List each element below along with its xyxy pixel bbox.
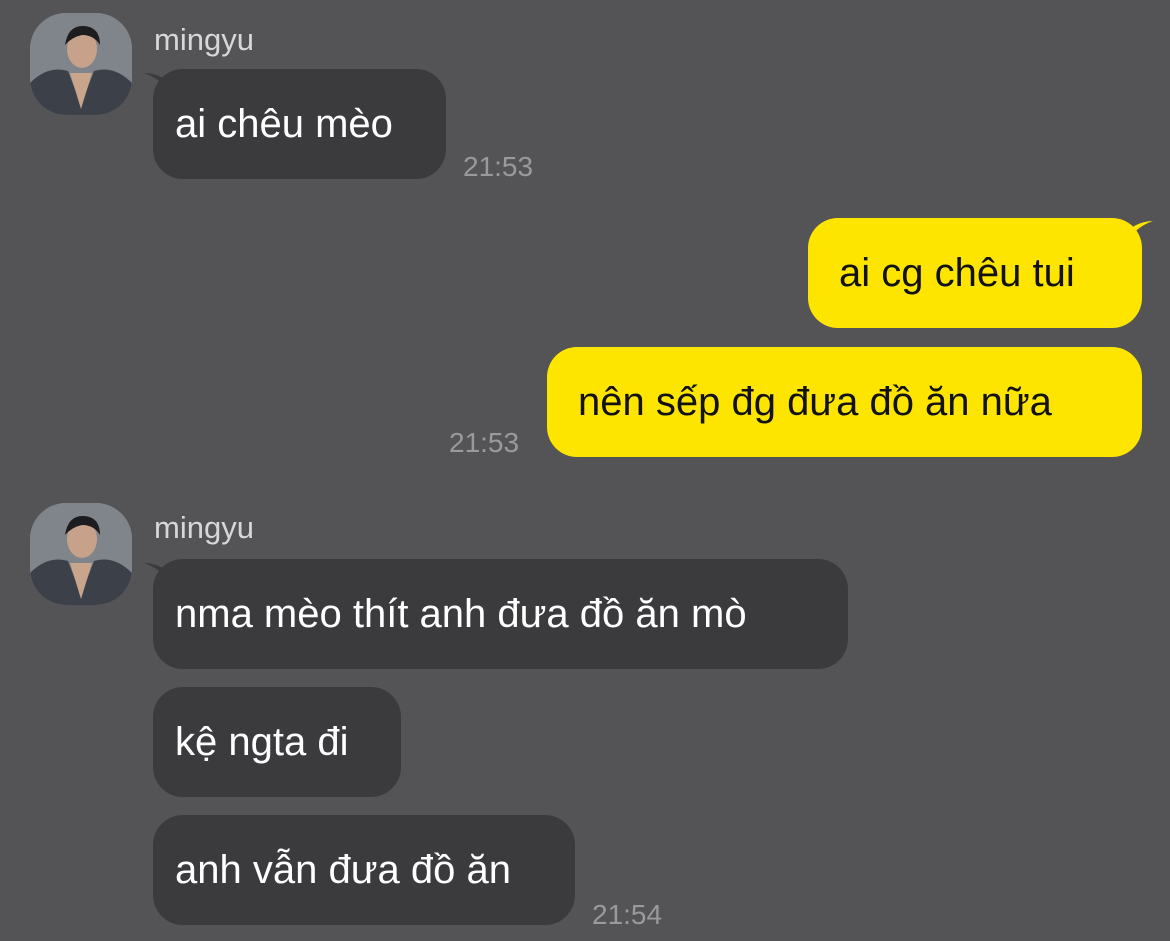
message-bubble[interactable]: anh vẫn đưa đồ ăn: [153, 815, 575, 925]
message-bubble[interactable]: ai chêu mèo: [153, 69, 446, 179]
message-bubble[interactable]: nma mèo thít anh đưa đồ ăn mò: [153, 559, 848, 669]
message-bubble[interactable]: kệ ngta đi: [153, 687, 401, 797]
message-text: ai cg chêu tui: [839, 251, 1075, 295]
profile-photo-icon: [30, 503, 132, 605]
avatar[interactable]: [30, 503, 132, 605]
avatar[interactable]: [30, 13, 132, 115]
sender-name: mingyu: [154, 510, 254, 545]
message-text: ai chêu mèo: [175, 102, 393, 146]
message-bubble[interactable]: nên sếp đg đưa đồ ăn nữa: [547, 347, 1142, 457]
message-timestamp: 21:54: [592, 899, 663, 930]
message-text: kệ ngta đi: [175, 720, 349, 764]
message-timestamp: 21:53: [449, 427, 520, 458]
profile-photo-icon: [30, 13, 132, 115]
message-text: nma mèo thít anh đưa đồ ăn mò: [175, 592, 747, 636]
message-timestamp: 21:53: [463, 151, 534, 182]
message-text: anh vẫn đưa đồ ăn: [175, 848, 511, 892]
message-text: nên sếp đg đưa đồ ăn nữa: [578, 380, 1052, 424]
message-bubble[interactable]: ai cg chêu tui: [808, 218, 1142, 328]
sender-name: mingyu: [154, 22, 254, 57]
